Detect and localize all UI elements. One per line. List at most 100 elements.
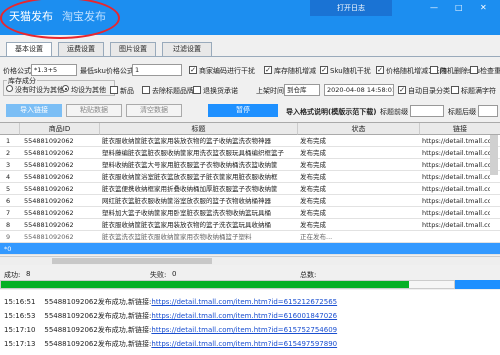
row-num: 2	[6, 149, 11, 157]
row-status: 正在发布...	[300, 233, 333, 241]
row-link[interactable]: https://detail.tmall.com/ite	[420, 135, 490, 147]
radio-all-as-other-label: 均设为其他	[71, 86, 106, 94]
minimize-icon[interactable]: —	[430, 3, 438, 12]
row-id: 554881092062	[24, 161, 74, 169]
row-id: 554881092062	[24, 233, 74, 241]
row-num: 1	[6, 137, 11, 145]
table-row[interactable]: 3 554881092062 塑料收纳脏衣篮大号家用脏衣服篮子衣物收纳桶洗衣篮收…	[0, 159, 500, 171]
auto-category-checkbox[interactable]: ✓	[398, 86, 406, 94]
table-row[interactable]: 6 554881092062 网红脏衣篮脏衣服收纳筐浴室放衣服的篮子衣物收纳桶神…	[0, 195, 500, 207]
fail-label: 失败:	[150, 271, 167, 279]
row-link[interactable]: https://detail.tmall.com/ite	[420, 171, 490, 183]
col-rownum	[0, 123, 20, 135]
datetime-input[interactable]: 2020-04-08 14:58:01	[324, 84, 394, 96]
grid-vertical-scrollbar[interactable]	[490, 135, 498, 175]
import-link-button[interactable]: 导入链接	[6, 104, 62, 117]
sku-random-checkbox[interactable]: ✓	[320, 66, 328, 74]
remove-brand-checkbox[interactable]	[142, 86, 150, 94]
row-link[interactable]: https://detail.tmall.com/ite	[420, 195, 490, 207]
row-id: 554881092062	[24, 137, 74, 145]
col-title[interactable]: 标题	[100, 123, 298, 135]
row-link[interactable]: https://detail.tmall.com/ite	[420, 159, 490, 171]
maximize-icon[interactable]: □	[455, 3, 463, 12]
close-icon[interactable]: ✕	[480, 3, 487, 12]
log-time: 15:17:10	[4, 326, 36, 334]
shelf-time-select[interactable]: 到仓库	[284, 84, 320, 96]
log-url[interactable]: https://detail.tmall.com/item.htm?id=616…	[151, 312, 337, 320]
col-status[interactable]: 状态	[298, 123, 420, 135]
log-url[interactable]: https://detail.tmall.com/item.htm?id=615…	[151, 326, 337, 334]
clear-data-button[interactable]: 清空数据	[126, 104, 182, 117]
table-row[interactable]: 4 554881092062 脏衣服收纳筐浴室脏衣篮放衣服篮子脏衣筐家用脏衣服收…	[0, 171, 500, 183]
subtab-filter[interactable]: 过滤设置	[162, 42, 212, 57]
row-link[interactable]	[420, 231, 490, 243]
row-id: 554881092062	[24, 149, 74, 157]
hscroll-thumb[interactable]	[52, 258, 212, 264]
table-row[interactable]: 2 554881092062 塑料藤编脏衣篮脏衣服收纳筐家用洗衣篮衣服玩具桶编织…	[0, 147, 500, 159]
min-sku-input[interactable]: 1	[132, 64, 182, 76]
total-label: 总数:	[300, 271, 317, 279]
subtab-shipping[interactable]: 运费设置	[58, 42, 104, 57]
row-title: 塑料加大篮子收纳筐家用卧室脏衣服篮洗衣物收纳篮玩具桶	[102, 209, 271, 217]
log-line: 15:16:53 554881092062发布成功,新链接:https://de…	[4, 311, 337, 321]
row-title: 脏衣服收纳筐脏衣篮家用装放衣物的篮子洗衣篮玩具收纳桶	[102, 221, 271, 229]
row-status: 发布完成	[300, 185, 326, 193]
stock-random-checkbox[interactable]: ✓	[264, 66, 272, 74]
title-prefix-label: 标题前缀	[380, 108, 408, 116]
return-promise-checkbox[interactable]	[193, 86, 201, 94]
log-url[interactable]: https://detail.tmall.com/item.htm?id=615…	[151, 340, 337, 348]
row-link[interactable]: https://detail.tmall.com/ite	[420, 147, 490, 159]
row-status: 发布完成	[300, 137, 326, 145]
row-id: 554881092062	[24, 185, 74, 193]
table-row[interactable]: 7 554881092062 塑料加大篮子收纳筐家用卧室脏衣服篮洗衣物收纳篮玩具…	[0, 207, 500, 219]
row-link[interactable]: https://detail.tmall.com/ite	[420, 183, 490, 195]
table-row[interactable]: 1 554881092062 脏衣服收纳筐脏衣篮家用装放衣物的篮子收纳篮洗衣物神…	[0, 135, 500, 147]
row-num: 3	[6, 161, 11, 169]
open-log-button[interactable]: 打开日志	[310, 0, 392, 16]
fail-count: 0	[172, 270, 177, 278]
paste-data-button[interactable]: 粘贴数据	[66, 104, 122, 117]
row-num: 6	[6, 197, 11, 205]
row-link[interactable]: https://detail.tmall.com/ite	[420, 207, 490, 219]
success-label: 成功:	[4, 271, 21, 279]
radio-none-as-other[interactable]	[6, 85, 13, 92]
row-status: 发布完成	[300, 221, 326, 229]
log-line: 15:17:10 554881092062发布成功,新链接:https://de…	[4, 325, 337, 335]
row-id: 554881092062	[24, 221, 74, 229]
row-id: 554881092062	[24, 209, 74, 217]
row-link[interactable]: https://detail.tmall.com/ite	[420, 219, 490, 231]
title-full-label: 标题满字符	[461, 87, 496, 95]
title-prefix-input[interactable]	[410, 105, 444, 117]
price-formula-input[interactable]: *1.3+5	[31, 64, 77, 76]
table-row[interactable]: 8 554881092062 脏衣服收纳筐脏衣篮家用装放衣物的篮子洗衣篮玩具收纳…	[0, 219, 500, 231]
success-count: 8	[26, 270, 31, 278]
progress-fill	[1, 281, 409, 288]
merchant-code-checkbox[interactable]: ✓	[189, 66, 197, 74]
log-text: 554881092062发布成功,新链接:	[44, 312, 152, 320]
import-format-link[interactable]: 导入格式说明(模版示范下载)	[286, 107, 376, 117]
new-product-checkbox[interactable]	[110, 86, 118, 94]
subtab-images[interactable]: 图片设置	[110, 42, 156, 57]
log-time: 15:16:51	[4, 298, 36, 306]
table-row[interactable]: 5 554881092062 脏衣篮便携收纳框家用折叠收纳桶加厚脏衣服篮子衣物收…	[0, 183, 500, 195]
row-id: 554881092062	[24, 173, 74, 181]
subtab-basic[interactable]: 基本设置	[6, 42, 52, 57]
table-row[interactable]: 9 554881092062 脏衣篮洗衣篮脏衣服收纳筐家用衣物收纳桶篮子塑料 正…	[0, 231, 500, 243]
price-random-checkbox[interactable]: ✓	[376, 66, 384, 74]
log-url[interactable]: https://detail.tmall.com/item.htm?id=615…	[151, 298, 337, 306]
pause-button[interactable]: 暂停	[208, 104, 278, 117]
check-duplicate-checkbox[interactable]	[470, 66, 478, 74]
radio-all-as-other[interactable]	[62, 85, 69, 92]
random-delete-sku-checkbox[interactable]	[430, 66, 438, 74]
log-line: 15:16:51 554881092062发布成功,新链接:https://de…	[4, 297, 337, 307]
log-line: 15:17:13 554881092062发布成功,新链接:https://de…	[4, 339, 337, 349]
log-text: 554881092062发布成功,新链接:	[44, 326, 152, 334]
title-full-checkbox[interactable]	[451, 86, 459, 94]
grid-horizontal-scrollbar[interactable]	[0, 256, 500, 265]
col-link[interactable]: 链接	[420, 123, 500, 135]
title-suffix-input[interactable]	[478, 105, 498, 117]
new-row[interactable]: *0	[0, 243, 500, 255]
row-id: 554881092062	[24, 197, 74, 205]
progress-side-indicator	[455, 280, 500, 289]
col-product-id[interactable]: 商品ID	[20, 123, 100, 135]
